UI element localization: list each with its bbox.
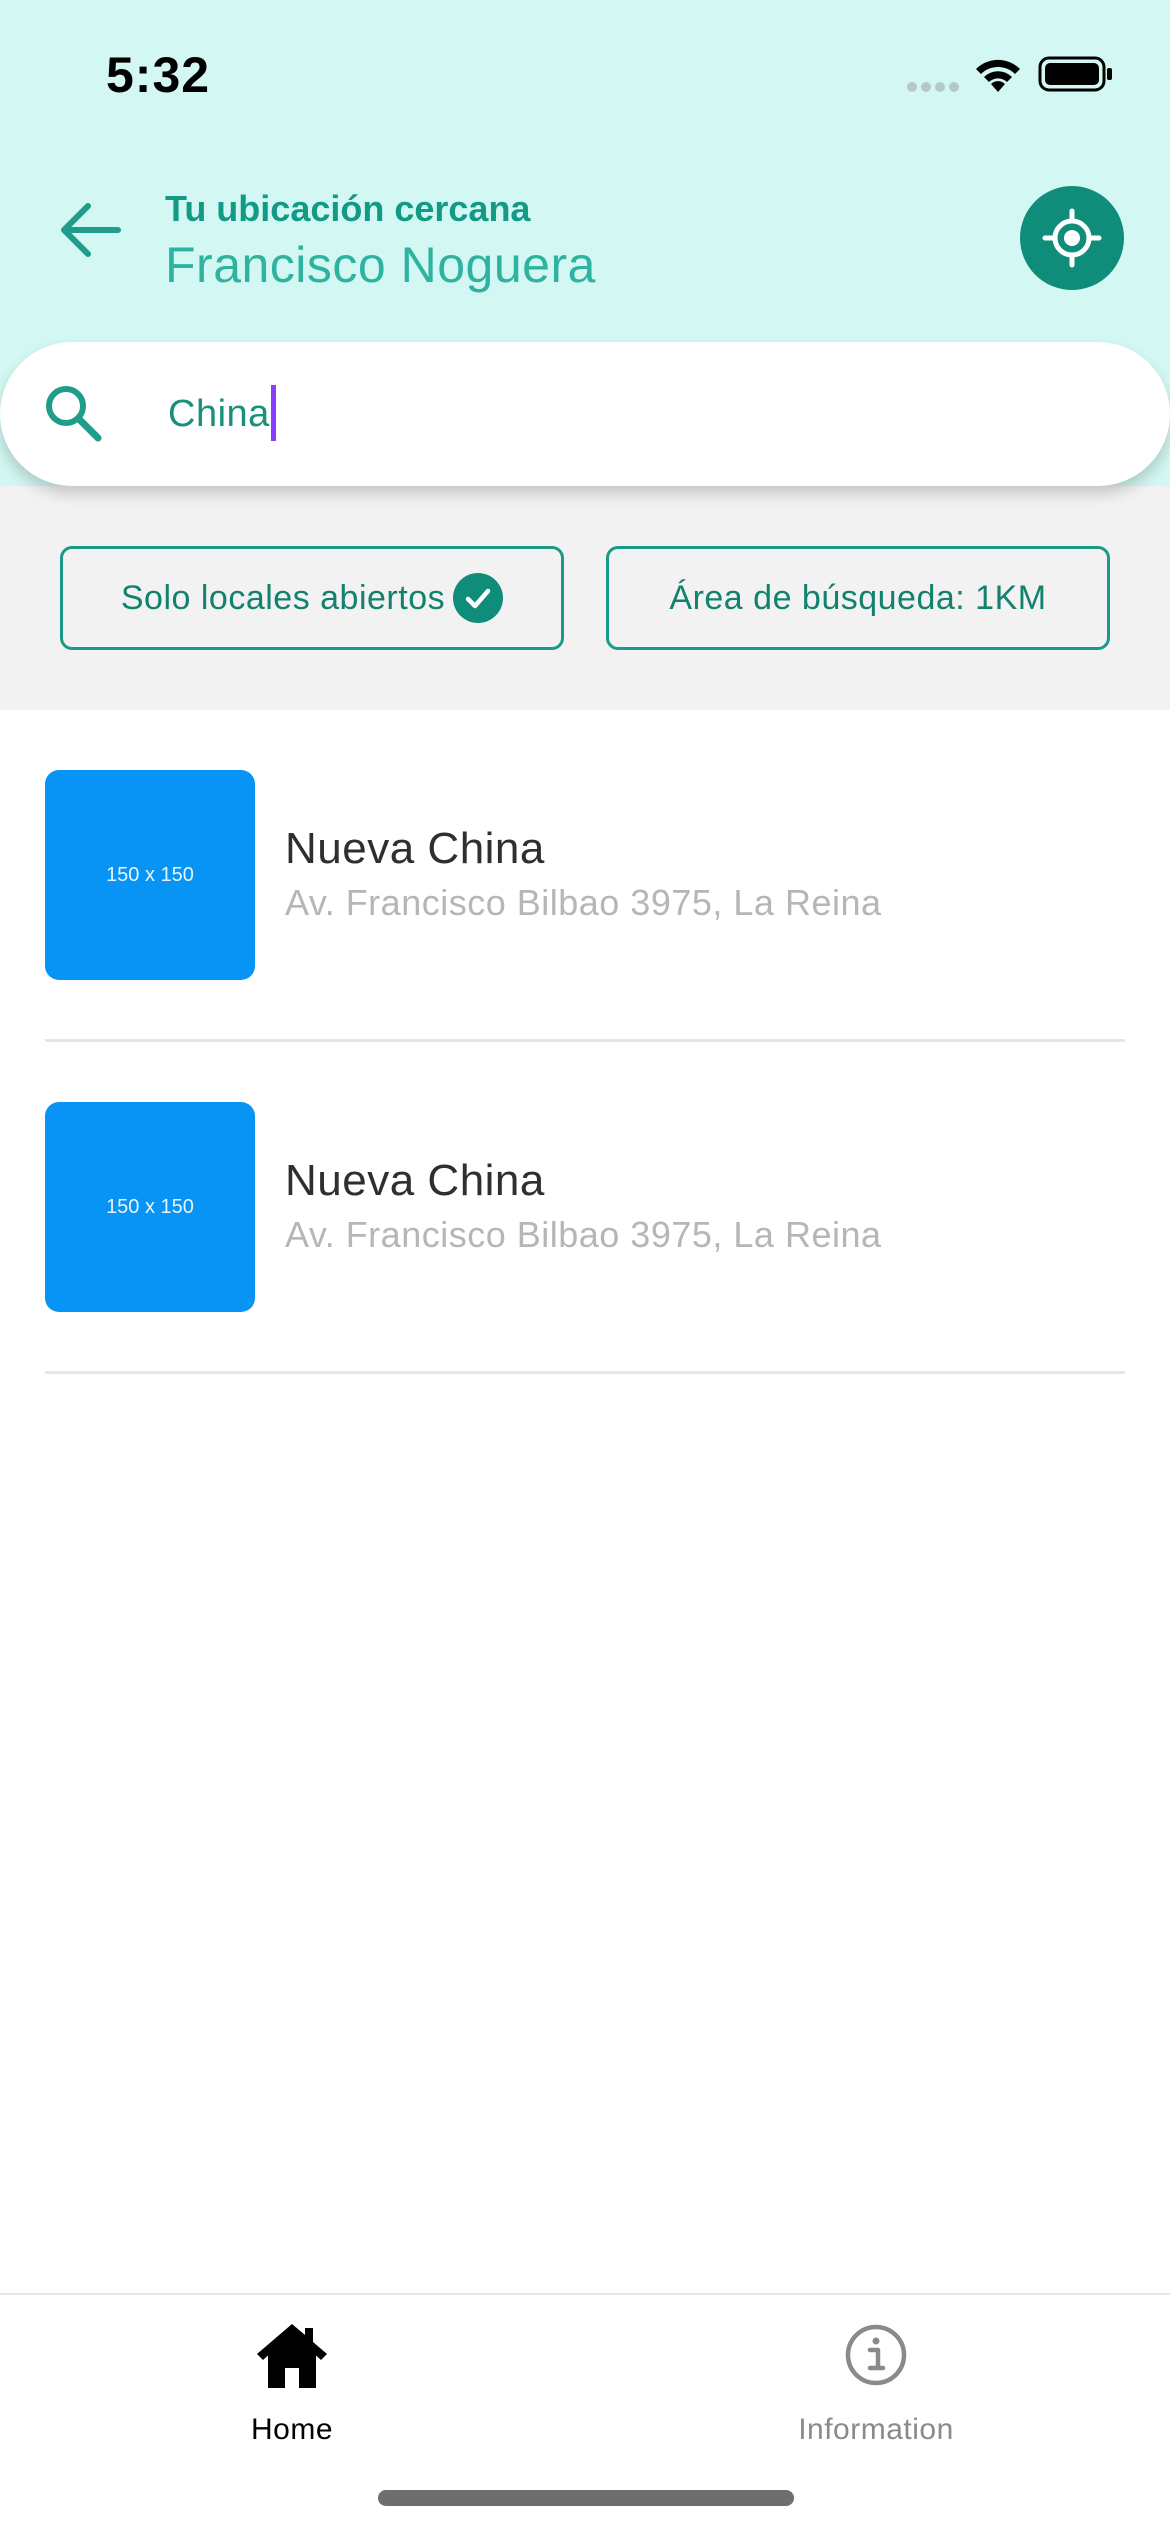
tab-home[interactable]: Home [122,2315,462,2465]
list-item[interactable]: 150 x 150 Nueva China Av. Francisco Bilb… [45,710,1125,1042]
wifi-icon [972,54,1024,99]
thumbnail-placeholder-text: 150 x 150 [106,1195,194,1218]
home-indicator[interactable] [378,2490,794,2506]
restaurant-address: Av. Francisco Bilbao 3975, La Reina [285,882,882,923]
search-area-filter-label: Área de búsqueda: 1KM [669,578,1047,617]
search-input-text: China [168,393,270,436]
restaurant-thumbnail: 150 x 150 [45,1102,255,1312]
open-only-filter-chip[interactable]: Solo locales abiertos [60,546,564,650]
search-area-filter-chip[interactable]: Área de búsqueda: 1KM [606,546,1110,650]
tab-information-label: Information [798,2413,954,2446]
battery-icon [1038,56,1114,97]
search-icon [42,382,106,451]
restaurant-address: Av. Francisco Bilbao 3975, La Reina [285,1214,882,1255]
location-name[interactable]: Francisco Noguera [165,236,596,294]
back-button[interactable] [50,190,130,270]
open-only-filter-label: Solo locales abiertos [120,578,446,617]
restaurant-name: Nueva China [285,824,545,873]
text-caret [270,385,276,441]
list-item[interactable]: 150 x 150 Nueva China Av. Francisco Bilb… [45,1042,1125,1374]
my-location-button[interactable] [1020,186,1124,290]
restaurant-thumbnail: 150 x 150 [45,770,255,980]
location-label: Tu ubicación cercana [165,188,531,229]
status-time: 5:32 [106,47,211,103]
tab-information[interactable]: Information [706,2315,1046,2465]
crosshair-location-icon [1042,208,1102,268]
search-bar[interactable]: China [0,342,1170,486]
search-input[interactable]: China [168,385,276,444]
home-icon [255,2315,329,2395]
check-circle-icon [453,573,504,623]
info-circle-icon [844,2315,908,2395]
restaurant-name: Nueva China [285,1156,545,1205]
tab-home-label: Home [250,2413,334,2446]
filters-bar: Solo locales abiertos Área de búsqueda: … [0,486,1170,710]
arrow-left-icon [61,203,121,257]
thumbnail-placeholder-text: 150 x 150 [106,863,194,886]
cellular-signal-icon [906,80,960,99]
